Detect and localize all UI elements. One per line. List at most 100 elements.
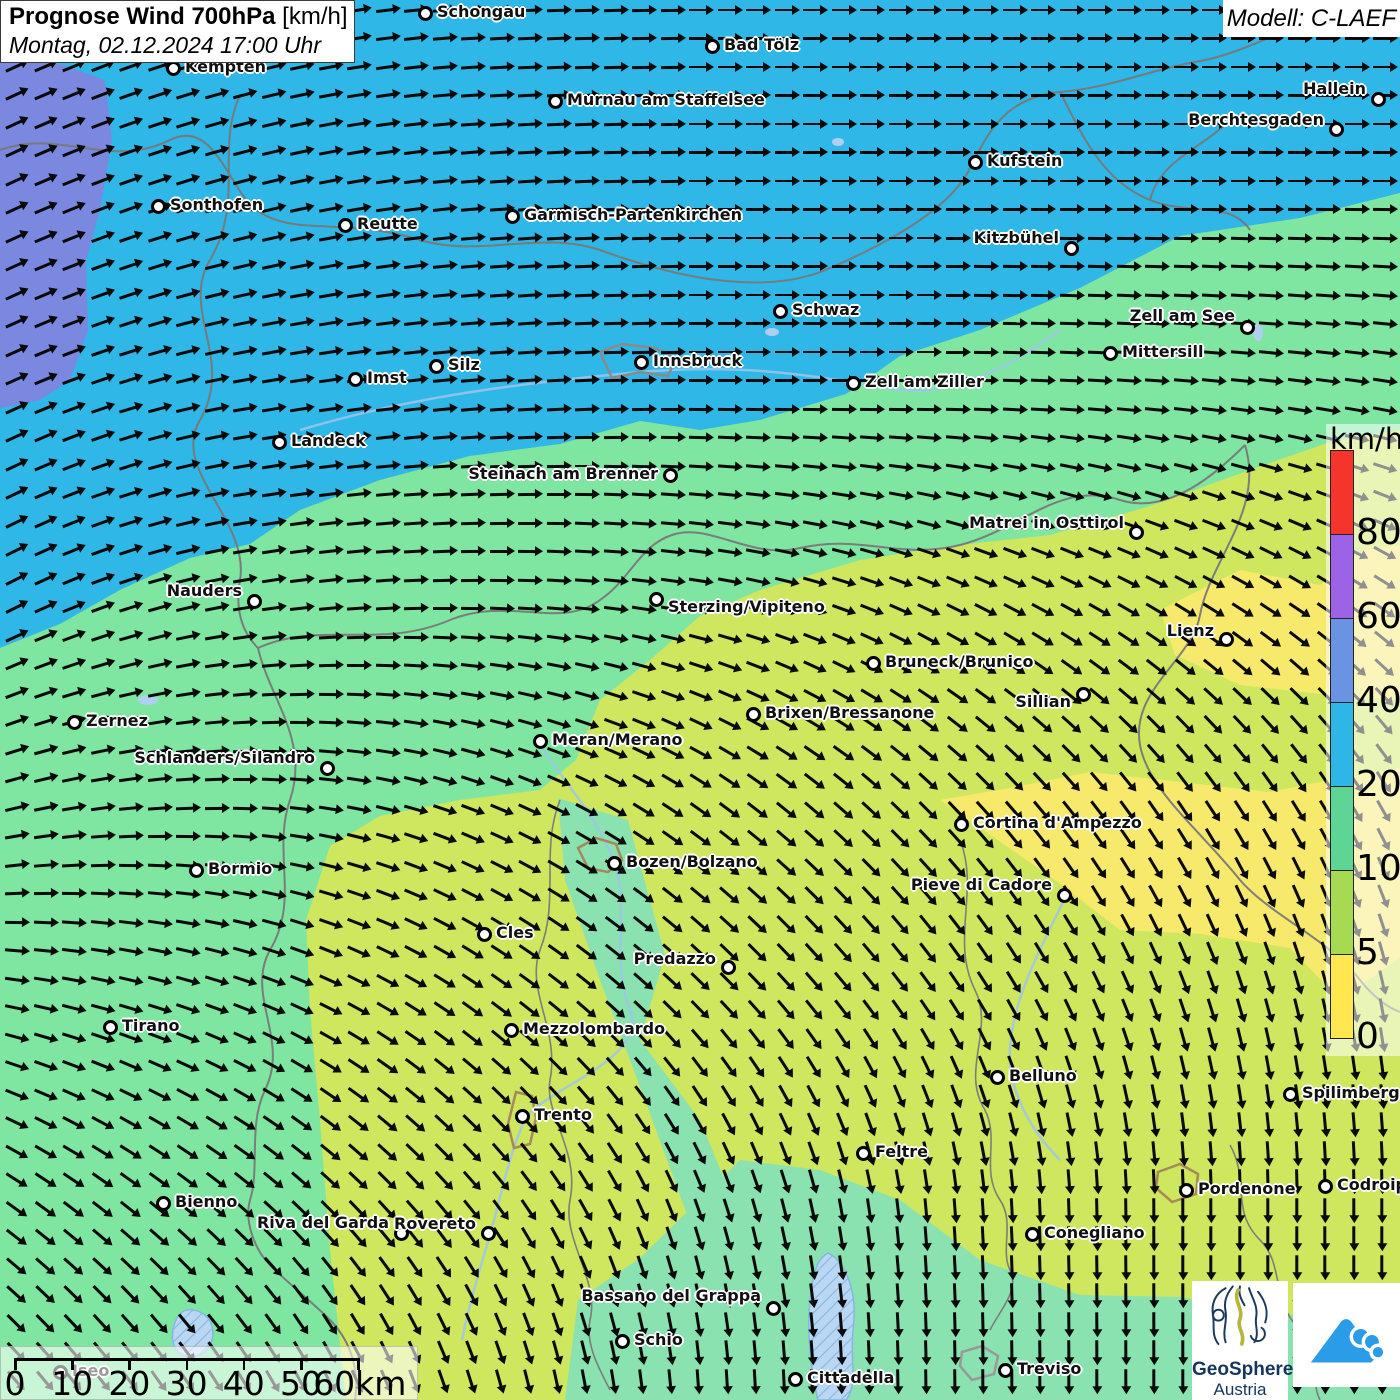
city-label: Rovereto [394, 1214, 476, 1233]
city-marker [721, 960, 736, 975]
city-label: Brixen/Bressanone [765, 703, 934, 722]
geosphere-logo-text: GeoSphere [1192, 1360, 1288, 1380]
city-label: Imst [367, 368, 407, 387]
city-label: Spilimbergo [1302, 1083, 1400, 1102]
model-label-box: Modell: C-LAEF [1223, 0, 1400, 37]
city-marker [649, 592, 664, 607]
city-marker [1318, 1179, 1333, 1194]
city-label: Riva del Garda [257, 1213, 389, 1232]
legend-tick-label: 5 [1356, 935, 1379, 971]
legend-tick-label: 80 [1356, 515, 1400, 551]
city-marker [533, 734, 548, 749]
city-marker [615, 1334, 630, 1349]
city-label: Bad Tölz [724, 35, 799, 54]
city-label: Trento [534, 1105, 592, 1124]
legend-segment-10 [1330, 786, 1354, 871]
legend-segment-20 [1330, 702, 1354, 787]
city-marker [505, 209, 520, 224]
scale-tick-label: 60km [313, 1364, 403, 1400]
city-marker [1371, 92, 1386, 107]
city-label: Hallein [1303, 79, 1366, 98]
city-marker [418, 6, 433, 21]
city-label: Conegliano [1044, 1223, 1145, 1242]
legend-segment-80 [1330, 450, 1354, 535]
city-marker [1064, 241, 1079, 256]
city-marker [746, 707, 761, 722]
city-label: Sillian [1015, 692, 1071, 711]
city-marker [846, 376, 861, 391]
legend-tick-label: 0 [1356, 1019, 1379, 1055]
city-label: Schongau [437, 2, 525, 21]
city-label: Schlanders/Silandro [134, 748, 315, 767]
city-label: Zernez [86, 711, 148, 730]
city-label: Codroipo [1337, 1175, 1400, 1194]
city-label: Mezzolombardo [523, 1019, 665, 1038]
city-label: Mittersill [1122, 342, 1203, 361]
city-label: Predazzo [634, 949, 716, 968]
city-marker [103, 1020, 118, 1035]
city-label: Lienz [1167, 621, 1214, 640]
city-marker [477, 927, 492, 942]
city-label: Tirano [122, 1016, 179, 1035]
city-marker [788, 1372, 803, 1387]
city-label: Bormio [208, 859, 272, 878]
legend-tick-label: 40 [1356, 683, 1400, 719]
city-marker [954, 817, 969, 832]
city-marker [320, 761, 335, 776]
city-marker [1025, 1227, 1040, 1242]
map-scale-bar: 0102030405060km [0, 1346, 418, 1400]
geosphere-logo-box: GeoSphere Austria [1192, 1281, 1288, 1400]
city-marker [515, 1109, 530, 1124]
map-title-product: Prognose Wind 700hPa [9, 3, 276, 30]
legend-tick-label: 20 [1356, 767, 1400, 803]
city-marker [1179, 1183, 1194, 1198]
city-marker [773, 304, 788, 319]
geosphere-contour-logo-icon [1194, 1281, 1286, 1353]
city-label: Cittadella [807, 1368, 894, 1387]
city-label: Steinach am Brenner [468, 464, 658, 483]
city-label: Bozen/Bolzano [626, 852, 758, 871]
city-marker [1076, 687, 1091, 702]
geosphere-logo-country: Austria [1192, 1380, 1288, 1400]
map-title-unit: [km/h] [276, 3, 348, 30]
city-marker [1103, 346, 1118, 361]
legend-segment-60 [1330, 534, 1354, 619]
city-label: Schio [634, 1330, 683, 1349]
city-marker [968, 155, 983, 170]
city-marker [156, 1196, 171, 1211]
city-label: Meran/Merano [552, 730, 683, 749]
legend-segment-40 [1330, 618, 1354, 703]
city-label: Pordenone [1198, 1179, 1296, 1198]
forecast-map-canvas: SchongauBad TölzKemptenMurnau am Staffel… [0, 0, 1400, 1400]
city-marker [998, 1363, 1013, 1378]
city-marker [1240, 320, 1255, 335]
city-marker [766, 1301, 781, 1316]
city-label: Treviso [1017, 1359, 1081, 1378]
city-marker [607, 856, 622, 871]
city-marker [1329, 122, 1344, 137]
legend-segment-0 [1330, 954, 1354, 1039]
city-marker [189, 863, 204, 878]
city-marker [67, 715, 82, 730]
city-marker [634, 355, 649, 370]
city-label: Matrei in Osttirol [969, 513, 1124, 532]
city-marker [1129, 525, 1144, 540]
city-marker [504, 1023, 519, 1038]
city-label: Sterzing/Vipiteno [668, 597, 825, 616]
city-marker [705, 39, 720, 54]
legend-tick-label: 60 [1356, 599, 1400, 635]
city-label: Pieve di Cadore [911, 875, 1052, 894]
city-marker [548, 94, 563, 109]
city-label: Reutte [357, 214, 418, 233]
city-label: Kitzbühel [974, 228, 1059, 247]
city-marker [1219, 632, 1234, 647]
city-label: Bienno [175, 1192, 237, 1211]
city-marker [151, 199, 166, 214]
city-marker [272, 435, 287, 450]
map-title-box: Prognose Wind 700hPa [km/h] Montag, 02.1… [0, 0, 355, 63]
city-label: Silz [448, 355, 480, 374]
city-labels-layer: SchongauBad TölzKemptenMurnau am Staffel… [0, 0, 1400, 1400]
city-marker [1057, 888, 1072, 903]
legend-color-bar [1330, 451, 1354, 1039]
city-label: Sonthofen [170, 195, 263, 214]
